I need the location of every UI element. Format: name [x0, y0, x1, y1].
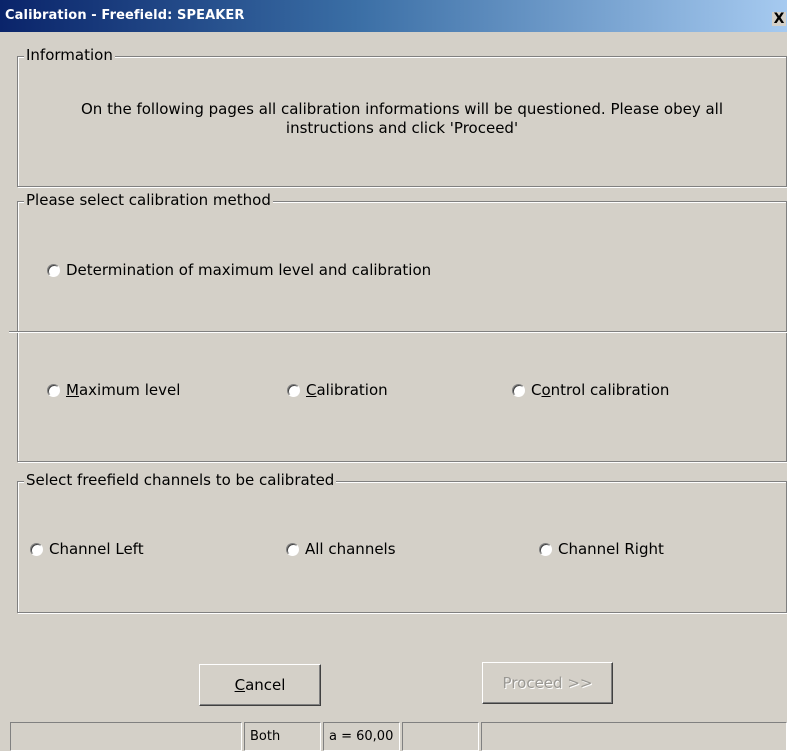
information-legend: Information — [24, 46, 115, 64]
radio-max-level-and-calibration[interactable]: Determination of maximum level and calib… — [47, 261, 431, 279]
cancel-button-label: Cancel — [234, 676, 286, 694]
radio-circle-icon — [512, 383, 525, 397]
calibration-method-legend: Please select calibration method — [24, 191, 273, 209]
radio-label: Determination of maximum level and calib… — [66, 261, 432, 279]
title-bar[interactable]: Calibration - Freefield: SPEAKER X — [0, 0, 787, 32]
radio-circle-icon — [30, 542, 43, 556]
status-cell-level: a = 60,00 — [323, 722, 400, 751]
method-separator — [9, 331, 787, 333]
proceed-button-label: Proceed >> — [502, 674, 593, 692]
close-icon[interactable]: X — [772, 12, 786, 26]
radio-circle-icon — [47, 263, 60, 277]
cancel-button[interactable]: Cancel — [199, 664, 321, 706]
radio-label: Control calibration — [531, 381, 670, 399]
channel-legend: Select freefield channels to be calibrat… — [24, 471, 337, 489]
radio-circle-icon — [286, 542, 299, 556]
radio-label: All channels — [305, 540, 396, 558]
radio-label: Maximum level — [66, 381, 181, 399]
window-title: Calibration - Freefield: SPEAKER — [5, 8, 245, 23]
radio-circle-icon — [47, 383, 60, 397]
status-cell-mode: Both — [244, 722, 321, 751]
radio-calibration[interactable]: Calibration — [287, 381, 388, 399]
radio-all-channels[interactable]: All channels — [286, 540, 396, 558]
radio-maximum-level[interactable]: Maximum level — [47, 381, 180, 399]
radio-label: Channel Right — [558, 540, 664, 558]
status-cell-1 — [10, 722, 242, 751]
status-cell-5 — [481, 722, 787, 751]
radio-channel-right[interactable]: Channel Right — [539, 540, 664, 558]
radio-channel-left[interactable]: Channel Left — [30, 540, 144, 558]
radio-circle-icon — [539, 542, 552, 556]
status-cell-4 — [402, 722, 479, 751]
proceed-button[interactable]: Proceed >> — [482, 662, 613, 704]
radio-circle-icon — [287, 383, 300, 397]
radio-label: Calibration — [306, 381, 388, 399]
information-text: On the following pages all calibration i… — [80, 100, 723, 137]
status-bar: Both a = 60,00 — [8, 716, 787, 751]
radio-label: Channel Left — [49, 540, 144, 558]
information-group: Information On the following pages all c… — [17, 46, 787, 187]
radio-control-calibration[interactable]: Control calibration — [512, 381, 669, 399]
